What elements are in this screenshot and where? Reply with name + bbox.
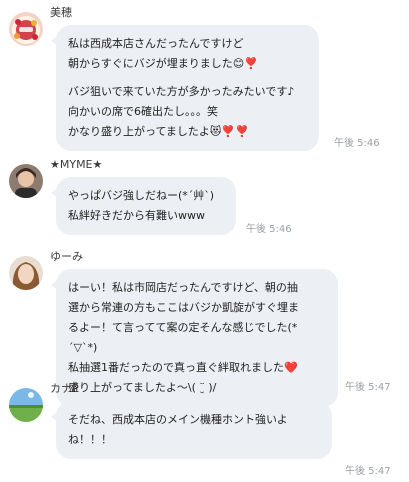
avatar-myme[interactable] (9, 164, 43, 198)
timestamp: 午後 5:46 (246, 224, 292, 235)
cake-avatar-icon (9, 12, 43, 46)
message-line: 私抽選1番だったので真っ直ぐ絆取れました❤️ (68, 361, 298, 374)
message-line: かなり盛り上がってましたよ😻❣️❣️ (68, 125, 249, 138)
message-line: バジ狙いで来ていた方が多かったみたいです♪ (68, 85, 295, 98)
message-bubble[interactable]: 私は西成本店さんだったんですけど 朝からすぐにバジが埋まりました😊❣️ バジ狙い… (51, 25, 319, 151)
sender-name: ★MYME★ (50, 158, 103, 171)
message-line: やっぱバジ強しだねー(*´艸`) (68, 189, 215, 202)
message-line: ね！！！ (68, 433, 112, 446)
sender-name: ゆーみ (50, 250, 83, 263)
sender-name: カナP (50, 382, 79, 395)
message-line: はーい！私は市岡店だったんですけど、朝の抽 (68, 281, 298, 294)
message-bubble[interactable]: そだね、西成本店のメイン機種ホント強いよ ね！！！ (51, 401, 332, 459)
message-line: 私は西成本店さんだったんですけど (68, 37, 244, 50)
message-bubble[interactable]: はーい！私は市岡店だったんですけど、朝の抽 選から常連の方もここはバジか凱旋がす… (51, 269, 338, 407)
person-avatar-icon (9, 164, 43, 198)
landscape-avatar-icon (9, 388, 43, 422)
sender-name: 美穂 (50, 6, 72, 19)
timestamp: 午後 5:47 (345, 466, 391, 477)
message-line: 私絆好きだから有難いwww (68, 209, 205, 222)
message-line: 盛り上がってましたよ〜\( ¨̮ )/ (68, 381, 217, 394)
message-line: 向かいの席で6確出たし。。。笑 (68, 105, 218, 118)
message-line: るよー！て言ってて案の定そんな感じでした(* (68, 321, 298, 334)
timestamp: 午後 5:46 (334, 138, 380, 149)
woman-avatar-icon (9, 256, 43, 290)
message-bubble[interactable]: やっぱバジ強しだねー(*´艸`) 私絆好きだから有難いwww (51, 177, 236, 235)
avatar-yuumi[interactable] (9, 256, 43, 290)
timestamp: 午後 5:47 (345, 382, 391, 393)
message-line: そだね、西成本店のメイン機種ホント強いよ (68, 413, 288, 426)
message-line: ´▽`*) (68, 341, 98, 354)
avatar-kanap[interactable] (9, 388, 43, 422)
message-line: 選から常連の方もここはバジか凱旋がすぐ埋ま (68, 301, 299, 314)
avatar-mihoo[interactable] (9, 12, 43, 46)
message-line: 朝からすぐにバジが埋まりました😊❣️ (68, 57, 258, 70)
